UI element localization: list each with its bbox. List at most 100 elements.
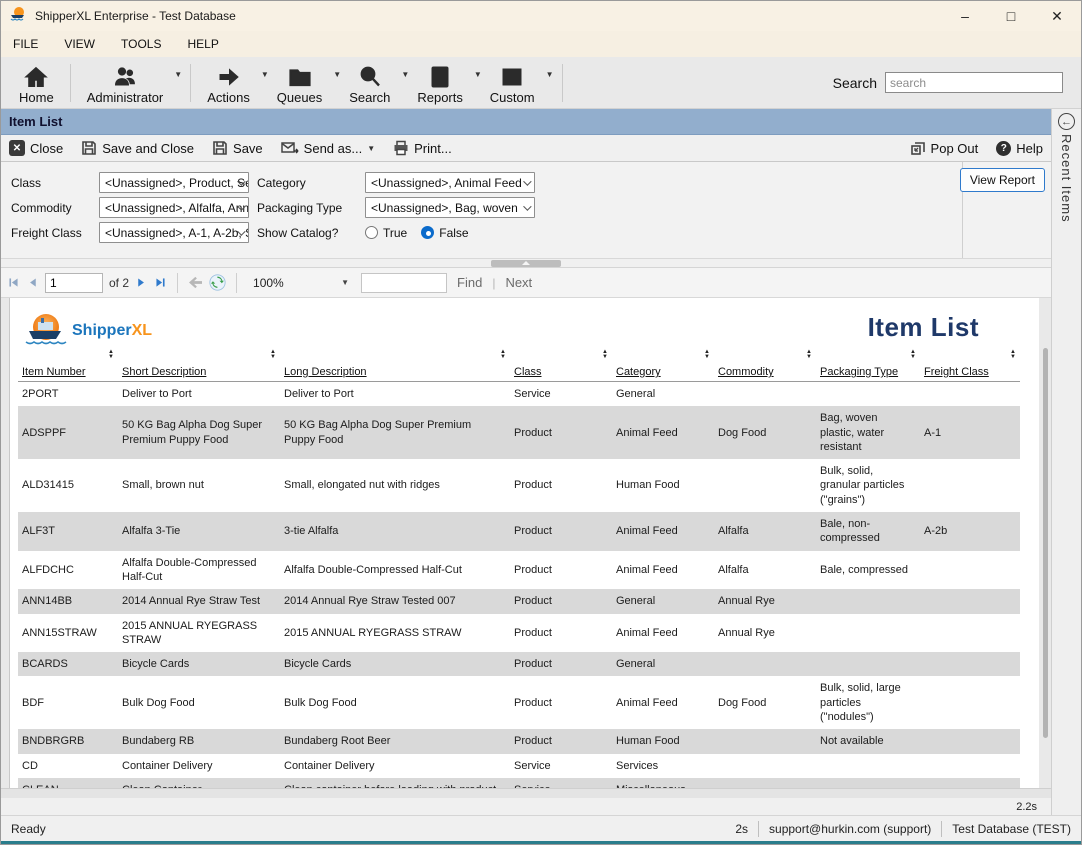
packaging-filter-select[interactable]: <Unassigned>, Bag, woven <box>365 197 535 218</box>
maximize-button[interactable]: □ <box>991 3 1031 29</box>
menu-tools[interactable]: TOOLS <box>121 37 161 51</box>
page-number-input[interactable] <box>45 273 103 293</box>
freight-filter-select[interactable]: <Unassigned>, A-1, A-2b, S <box>99 222 249 243</box>
toolbar-button-label: Actions <box>207 90 250 105</box>
toolbar-button-label: Queues <box>277 90 323 105</box>
horizontal-scrollbar[interactable] <box>1 788 1051 798</box>
column-header-commodity[interactable]: Commodity▲▼ <box>714 364 816 382</box>
last-page-button[interactable] <box>154 276 167 289</box>
table-row: ALFDCHCAlfalfa Double-Compressed Half-Cu… <box>18 551 1020 590</box>
save-and-close-button[interactable]: Save and Close <box>81 140 194 156</box>
first-page-button[interactable] <box>7 276 20 289</box>
toolbar-separator <box>70 64 71 102</box>
sort-icon[interactable]: ▲▼ <box>1010 350 1016 360</box>
class-filter-select[interactable]: <Unassigned>, Product, Ser <box>99 172 249 193</box>
close-window-button[interactable]: ✕ <box>1037 3 1077 29</box>
chevron-down-icon[interactable]: ▼ <box>474 70 482 79</box>
category-filter-select[interactable]: <Unassigned>, Animal Feed <box>365 172 535 193</box>
home-icon <box>23 61 49 89</box>
sort-icon[interactable]: ▲▼ <box>108 350 114 360</box>
column-header-packaging-type[interactable]: Packaging Type▲▼ <box>816 364 920 382</box>
menu-file[interactable]: FILE <box>13 37 38 51</box>
global-search-input[interactable] <box>885 72 1063 93</box>
sort-icon[interactable]: ▲▼ <box>270 350 276 360</box>
find-text-input[interactable] <box>361 273 447 293</box>
sort-icon[interactable]: ▲▼ <box>704 350 710 360</box>
list-icon <box>499 61 525 89</box>
catalog-false-radio[interactable]: False <box>421 226 468 240</box>
column-header-category[interactable]: Category▲▼ <box>612 364 714 382</box>
minimize-button[interactable]: – <box>945 3 985 29</box>
column-header-class[interactable]: Class▲▼ <box>510 364 612 382</box>
table-cell: ANN14BB <box>18 589 118 613</box>
table-row: ALD31415Small, brown nutSmall, elongated… <box>18 459 1020 512</box>
table-cell: Alfalfa Double-Compressed Half-Cut <box>280 551 510 590</box>
table-cell <box>816 614 920 653</box>
save-button[interactable]: Save <box>212 140 263 156</box>
chevron-down-icon[interactable]: ▼ <box>261 70 269 79</box>
send-as-button[interactable]: Send as... ▼ <box>281 141 375 156</box>
back-button[interactable] <box>188 276 203 289</box>
sort-icon[interactable]: ▲▼ <box>500 350 506 360</box>
reports-button[interactable]: Reports <box>409 59 471 107</box>
chevron-down-icon <box>523 177 531 185</box>
administrator-button[interactable]: Administrator <box>79 59 172 107</box>
chevron-down-icon[interactable]: ▼ <box>174 70 182 79</box>
home-button[interactable]: Home <box>11 59 62 107</box>
table-cell <box>714 459 816 512</box>
parameter-splitter <box>1 259 1051 268</box>
close-label: Close <box>30 141 63 156</box>
find-next-separator: | <box>492 276 495 290</box>
table-cell <box>816 778 920 788</box>
chevron-down-icon[interactable]: ▼ <box>333 70 341 79</box>
commodity-filter-label: Commodity <box>11 201 91 215</box>
chevron-down-icon[interactable]: ▼ <box>401 70 409 79</box>
column-header-long-description[interactable]: Long Description▲▼ <box>280 364 510 382</box>
save-icon <box>212 140 228 156</box>
search-button[interactable]: Search <box>341 59 398 107</box>
refresh-button[interactable] <box>209 274 226 291</box>
view-report-button[interactable]: View Report <box>960 168 1045 192</box>
table-row: CDContainer DeliveryContainer DeliverySe… <box>18 754 1020 778</box>
recent-items-strip[interactable]: ← Recent Items <box>1051 109 1081 815</box>
close-button[interactable]: ✕ Close <box>9 140 63 156</box>
zoom-select[interactable]: 100% ▼ <box>247 272 355 293</box>
vertical-scrollbar[interactable] <box>1042 338 1049 768</box>
table-cell: Service <box>510 754 612 778</box>
splitter-collapse-handle[interactable] <box>491 260 561 267</box>
sort-icon[interactable]: ▲▼ <box>910 350 916 360</box>
table-cell: Bundaberg RB <box>118 729 280 753</box>
scrollbar-thumb[interactable] <box>1043 348 1048 738</box>
table-cell: 2PORT <box>18 382 118 407</box>
pop-out-button[interactable]: Pop Out <box>910 140 979 156</box>
sort-icon[interactable]: ▲▼ <box>806 350 812 360</box>
help-button[interactable]: ? Help <box>996 141 1043 156</box>
column-header-item-number[interactable]: Item Number▲▼ <box>18 364 118 382</box>
table-cell: Deliver to Port <box>118 382 280 407</box>
chevron-down-icon[interactable]: ▼ <box>546 70 554 79</box>
table-row: 2PORTDeliver to PortDeliver to PortServi… <box>18 382 1020 407</box>
next-page-button[interactable] <box>135 276 148 289</box>
expand-left-arrow-icon[interactable]: ← <box>1058 113 1075 130</box>
table-row: BCARDSBicycle CardsBicycle CardsProductG… <box>18 652 1020 676</box>
packaging-filter-label: Packaging Type <box>257 201 357 215</box>
status-separator <box>941 821 942 837</box>
custom-button[interactable]: Custom <box>482 59 543 107</box>
column-header-freight-class[interactable]: Freight Class▲▼ <box>920 364 1020 382</box>
freight-filter-value: <Unassigned>, A-1, A-2b, S <box>105 226 249 240</box>
table-cell: Product <box>510 729 612 753</box>
find-button[interactable]: Find <box>453 275 486 290</box>
sort-icon[interactable]: ▲▼ <box>602 350 608 360</box>
next-button[interactable]: Next <box>501 275 536 290</box>
table-cell <box>920 778 1020 788</box>
column-header-short-description[interactable]: Short Description▲▼ <box>118 364 280 382</box>
catalog-true-radio[interactable]: True <box>365 226 407 240</box>
table-cell: Bag, woven plastic, water resistant <box>816 406 920 459</box>
actions-button[interactable]: Actions <box>199 59 258 107</box>
previous-page-button[interactable] <box>26 276 39 289</box>
menu-help[interactable]: HELP <box>187 37 218 51</box>
commodity-filter-select[interactable]: <Unassigned>, Alfalfa, Ann <box>99 197 249 218</box>
queues-button[interactable]: Queues <box>269 59 331 107</box>
print-button[interactable]: Print... <box>393 140 452 156</box>
menu-view[interactable]: VIEW <box>64 37 95 51</box>
